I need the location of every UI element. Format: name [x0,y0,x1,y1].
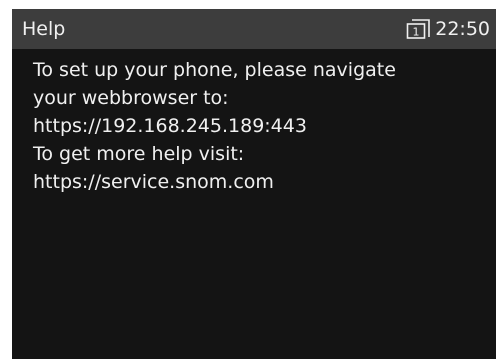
page-title: Help [22,18,66,40]
line-indicator-number: 1 [413,26,420,39]
help-line: To get more help visit: [33,143,245,165]
help-message: To set up your phone, please navigate yo… [33,56,491,196]
phone-screen: Help 1 22:50 To set up your phone, pleas… [12,9,496,359]
help-line: To set up your phone, please navigate [33,59,396,81]
clock: 22:50 [435,18,490,40]
line-indicator-icon: 1 [406,19,431,39]
help-line: your webbrowser to: [33,87,229,109]
setup-url: https://192.168.245.189:443 [33,115,307,137]
status-bar: Help 1 22:50 [12,9,496,49]
support-url: https://service.snom.com [33,171,274,193]
status-indicators: 1 22:50 [405,17,490,41]
